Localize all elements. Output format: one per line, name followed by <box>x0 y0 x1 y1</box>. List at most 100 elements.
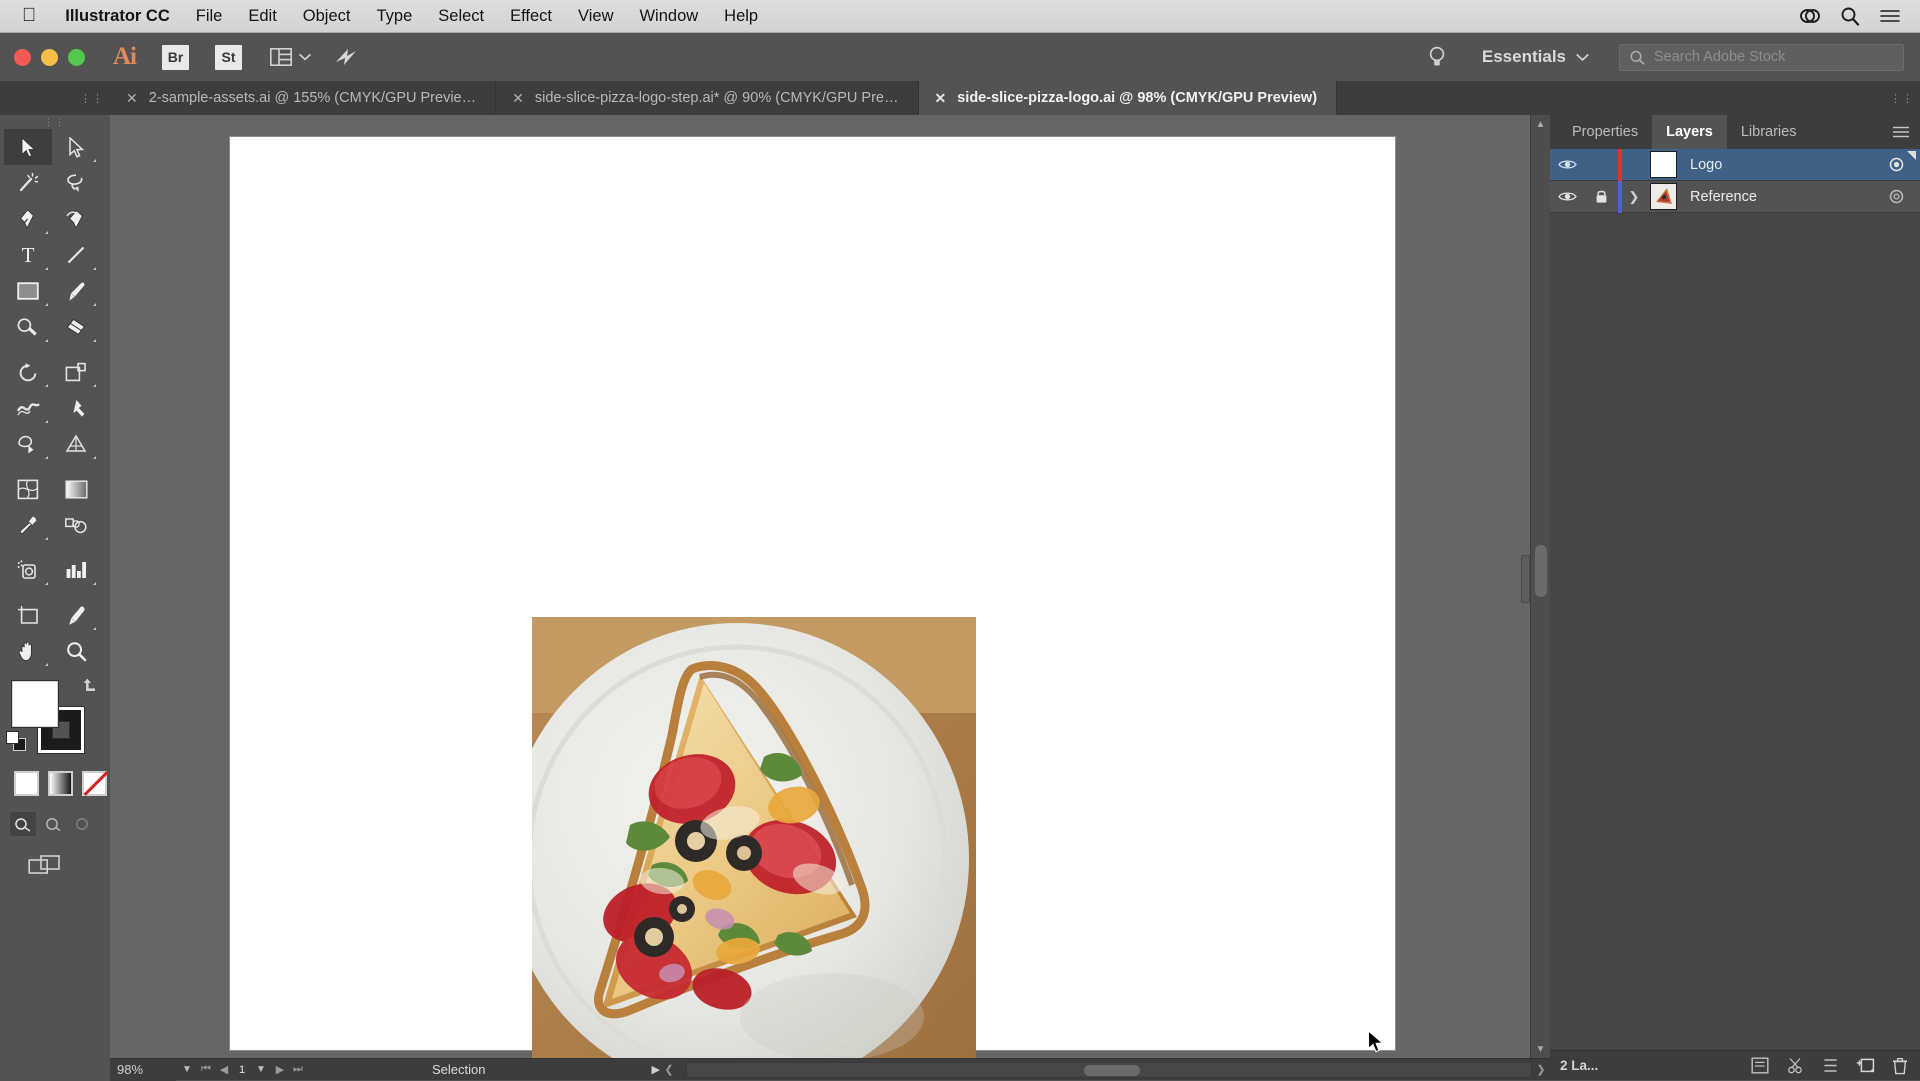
artboard-number-field[interactable]: 1 <box>234 1064 250 1076</box>
search-input[interactable]: Search Adobe Stock <box>1654 49 1785 65</box>
first-artboard-icon[interactable]: ⏮ <box>198 1063 214 1076</box>
layer-row-logo[interactable]: Logo <box>1550 149 1920 181</box>
tools-panel-grip[interactable]: ⋮⋮ <box>0 115 110 129</box>
mesh-tool[interactable] <box>4 471 52 507</box>
zoom-chevron-down-icon[interactable]: ▼ <box>176 1064 198 1075</box>
document-tab-3-active[interactable]: ✕ side-slice-pizza-logo.ai @ 98% (CMYK/G… <box>919 81 1338 115</box>
pizza-slice-reference-photo[interactable] <box>532 617 976 1080</box>
eye-icon[interactable] <box>1550 190 1584 203</box>
close-icon[interactable]: ✕ <box>512 91 524 105</box>
layer-thumbnail-reference[interactable] <box>1650 183 1677 210</box>
zoom-tool[interactable] <box>52 633 100 669</box>
close-icon[interactable]: ✕ <box>126 91 138 105</box>
delete-selection-icon[interactable] <box>1892 1057 1908 1075</box>
rectangle-tool[interactable] <box>4 273 52 309</box>
curvature-tool[interactable] <box>52 201 100 237</box>
menu-item-window[interactable]: Window <box>626 0 711 33</box>
creative-cloud-icon[interactable] <box>1790 0 1830 33</box>
menu-item-file[interactable]: File <box>183 0 236 33</box>
stock-button[interactable]: St <box>215 45 242 70</box>
previous-artboard-icon[interactable]: ◀ <box>216 1063 232 1076</box>
adobe-stock-search-field[interactable]: Search Adobe Stock <box>1619 44 1904 71</box>
selection-tool[interactable] <box>4 129 52 165</box>
next-artboard-icon[interactable]: ▶ <box>272 1063 288 1076</box>
tab-properties[interactable]: Properties <box>1558 115 1652 149</box>
spotlight-search-icon[interactable] <box>1830 0 1870 33</box>
menu-item-help[interactable]: Help <box>711 0 771 33</box>
hand-tool[interactable] <box>4 633 52 669</box>
magic-wand-tool[interactable] <box>4 165 52 201</box>
tab-libraries[interactable]: Libraries <box>1727 115 1811 149</box>
tab-bar-overflow[interactable]: ⋮⋮ <box>1890 81 1920 115</box>
arrange-documents-button[interactable] <box>270 48 311 66</box>
apple-icon[interactable]:  <box>22 6 36 25</box>
last-artboard-icon[interactable]: ⏭ <box>290 1063 306 1076</box>
zoom-window-button[interactable] <box>68 49 85 66</box>
line-segment-tool[interactable] <box>52 237 100 273</box>
color-swatch-button[interactable] <box>14 771 39 796</box>
target-circle-icon[interactable] <box>1889 157 1904 172</box>
scale-tool[interactable] <box>52 354 100 390</box>
panel-collapse-handle[interactable] <box>1521 555 1530 603</box>
document-canvas[interactable]: ▲ ▼ <box>110 115 1550 1080</box>
horizontal-scrollbar-thumb[interactable] <box>1084 1065 1140 1076</box>
fill-color-swatch[interactable] <box>12 681 58 727</box>
width-tool[interactable] <box>4 390 52 426</box>
eye-icon[interactable] <box>1550 158 1584 171</box>
artboard-chevron-down-icon[interactable]: ▼ <box>250 1064 272 1075</box>
adobe-stock-icon[interactable] <box>333 46 359 68</box>
lock-icon[interactable] <box>1584 189 1618 204</box>
perspective-grid-tool[interactable] <box>52 426 100 462</box>
close-icon[interactable]: ✕ <box>935 91 947 105</box>
scroll-right-icon[interactable]: ❯ <box>1532 1063 1550 1076</box>
panel-menu-icon[interactable] <box>1892 125 1920 139</box>
canvas-vertical-scrollbar[interactable]: ▲ ▼ <box>1530 115 1550 1058</box>
status-menu-triangle-icon[interactable]: ▶ <box>651 1063 659 1076</box>
scroll-left-icon[interactable]: ❮ <box>660 1063 678 1076</box>
none-swatch-button[interactable] <box>82 771 107 796</box>
shape-builder-tool[interactable] <box>4 426 52 462</box>
lasso-tool[interactable] <box>52 165 100 201</box>
menu-item-view[interactable]: View <box>565 0 626 33</box>
free-transform-tool[interactable] <box>52 390 100 426</box>
bulb-tips-icon[interactable] <box>1428 45 1446 69</box>
locate-object-icon[interactable] <box>1751 1057 1769 1074</box>
blend-tool[interactable] <box>52 507 100 543</box>
target-circle-icon[interactable] <box>1889 189 1904 204</box>
menu-item-select[interactable]: Select <box>425 0 497 33</box>
minimize-window-button[interactable] <box>41 49 58 66</box>
rotate-tool[interactable] <box>4 354 52 390</box>
type-tool[interactable]: T <box>4 237 52 273</box>
create-new-sublayer-icon[interactable] <box>1822 1057 1839 1074</box>
menu-item-edit[interactable]: Edit <box>235 0 289 33</box>
close-window-button[interactable] <box>14 49 31 66</box>
bridge-button[interactable]: Br <box>162 45 189 70</box>
artboard[interactable] <box>230 137 1395 1050</box>
eyedropper-tool[interactable] <box>4 507 52 543</box>
gradient-swatch-button[interactable] <box>48 771 73 796</box>
direct-selection-tool[interactable] <box>52 129 100 165</box>
document-tab-2[interactable]: ✕ side-slice-pizza-logo-step.ai* @ 90% (… <box>496 81 918 115</box>
swap-fill-stroke-icon[interactable] <box>82 677 99 694</box>
chevron-right-icon[interactable]: ❯ <box>1622 189 1646 205</box>
zoom-level-field[interactable]: 98% <box>110 1059 176 1081</box>
document-tab-1[interactable]: ✕ 2-sample-assets.ai @ 155% (CMYK/GPU Pr… <box>110 81 496 115</box>
slice-tool[interactable] <box>52 597 100 633</box>
shaper-tool[interactable] <box>4 309 52 345</box>
change-screen-mode-icon[interactable] <box>28 854 110 878</box>
draw-normal-button[interactable] <box>10 812 36 836</box>
chevron-up-icon[interactable]: ▲ <box>1531 115 1550 133</box>
menu-item-type[interactable]: Type <box>363 0 425 33</box>
layer-name-logo[interactable]: Logo <box>1690 157 1722 173</box>
tab-layers[interactable]: Layers <box>1652 115 1727 149</box>
chevron-down-icon[interactable]: ▼ <box>1531 1040 1550 1058</box>
canvas-horizontal-scrollbar[interactable] <box>686 1062 1532 1078</box>
vertical-scrollbar-thumb[interactable] <box>1535 545 1547 597</box>
gradient-tool[interactable] <box>52 471 100 507</box>
workspace-switcher[interactable]: Essentials <box>1482 47 1589 67</box>
paintbrush-tool[interactable] <box>52 273 100 309</box>
tool-indicator-label[interactable]: Selection <box>432 1062 485 1077</box>
make-release-clipping-mask-icon[interactable] <box>1786 1057 1805 1074</box>
column-graph-tool[interactable] <box>52 552 100 588</box>
layer-row-reference[interactable]: ❯ Reference <box>1550 181 1920 213</box>
